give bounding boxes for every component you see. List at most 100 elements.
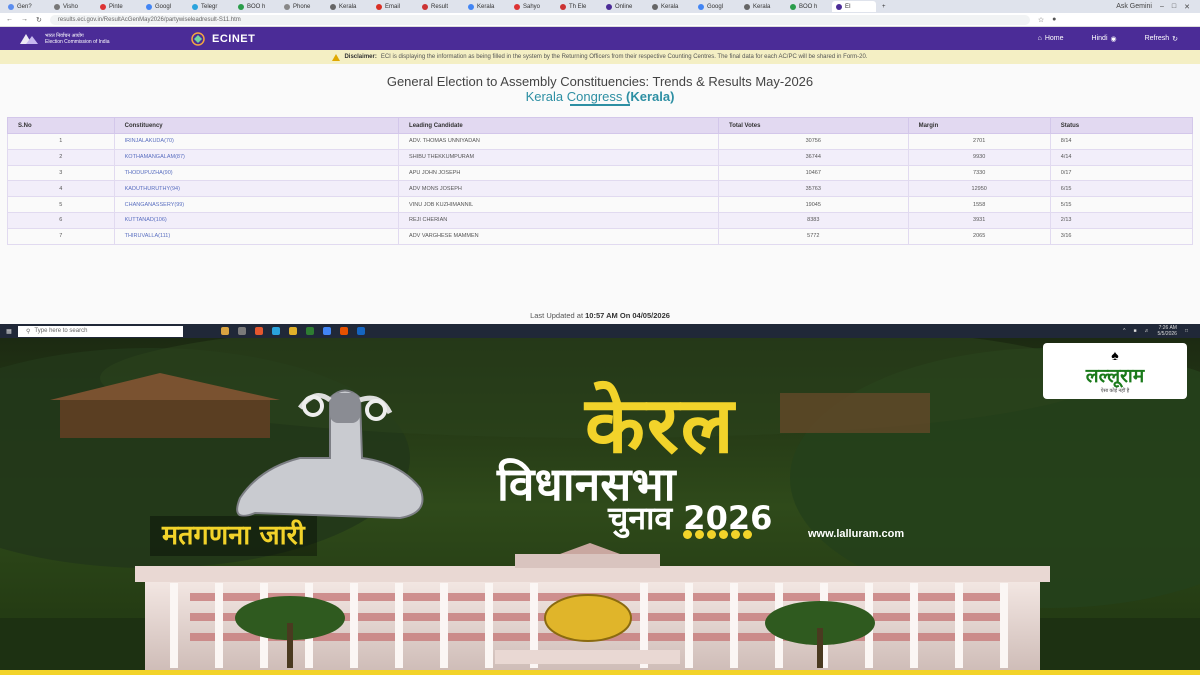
eci-english-title: Election Commission of India xyxy=(45,38,110,45)
tab-label: Kerala xyxy=(477,3,495,10)
nav-home[interactable]: ⌂ Home xyxy=(1038,35,1064,43)
browser-tab[interactable]: BOO h xyxy=(234,1,278,12)
profile-avatar[interactable]: ● xyxy=(1052,16,1056,23)
app-icon-2[interactable] xyxy=(238,327,246,335)
browser-tab[interactable]: BOO h xyxy=(786,1,830,12)
row-status: 2/13 xyxy=(1049,211,1194,229)
ecinet-brand[interactable]: ECINET xyxy=(190,31,255,46)
browser-tab[interactable]: Telegr xyxy=(188,1,232,12)
row-constituency[interactable]: KOTHAMANGALAM(87) xyxy=(113,148,400,166)
row-constituency[interactable]: THIRUVALLA(111) xyxy=(113,227,400,245)
row-status: 6/15 xyxy=(1049,180,1194,198)
browser-tab[interactable]: Online xyxy=(602,1,646,12)
whatsapp-icon xyxy=(731,530,740,539)
disclaimer-banner: Disclaimer: ECI is displaying the inform… xyxy=(0,50,1200,64)
column-header[interactable]: Leading Candidate xyxy=(398,117,719,134)
maximize-icon[interactable]: □ xyxy=(1172,3,1176,11)
row-constituency[interactable]: KADUTHURUTHY(94) xyxy=(113,180,400,198)
browser-tab[interactable]: Email xyxy=(372,1,416,12)
back-icon[interactable]: ← xyxy=(6,16,13,23)
row-status: 8/14 xyxy=(1049,133,1194,150)
minimize-icon[interactable]: – xyxy=(1160,3,1164,11)
firefox-icon[interactable] xyxy=(340,327,348,335)
new-tab-button[interactable]: + xyxy=(878,1,922,12)
table-row: 1 IRINJALAKUDA(70) ADV. THOMAS UNNIYADAN 30… xyxy=(7,133,1194,150)
row-candidate: APU JOHN JOSEPH xyxy=(398,164,719,182)
browser-tab[interactable]: Kerala xyxy=(740,1,784,12)
column-header[interactable]: Status xyxy=(1049,117,1194,134)
browser-tab[interactable]: Phone xyxy=(280,1,324,12)
browser-tab[interactable]: Kerala xyxy=(326,1,370,12)
app-icon-3[interactable] xyxy=(255,327,263,335)
column-header[interactable]: S.No xyxy=(7,117,115,134)
volume-icon[interactable]: ♬ xyxy=(1145,328,1150,334)
browser-tab[interactable]: Kerala xyxy=(464,1,508,12)
row-status: 4/14 xyxy=(1049,148,1194,166)
browser-tab[interactable]: Googl xyxy=(142,1,186,12)
nav-refresh[interactable]: Refresh ↻ xyxy=(1145,35,1178,43)
browser-tab[interactable]: Visho xyxy=(50,1,94,12)
tab-favicon-icon xyxy=(468,3,474,10)
brand-name: लल्लूराम xyxy=(1085,365,1145,387)
tab-favicon-icon xyxy=(330,3,336,10)
taskbar-apps xyxy=(221,327,365,335)
browser-tab[interactable]: Pinte xyxy=(96,1,140,12)
browser-tab[interactable]: Sahyo xyxy=(510,1,554,12)
column-header[interactable]: Constituency xyxy=(113,117,400,134)
browser-tab[interactable]: Gen? xyxy=(4,1,48,12)
row-constituency[interactable]: THODUPUZHA(90) xyxy=(113,164,400,182)
column-header[interactable]: Margin xyxy=(907,117,1051,134)
eci-logo-block[interactable]: भारत निर्वाचन आयोग Election Commission o… xyxy=(0,32,190,46)
table-row: 4 KADUTHURUTHY(94) ADV MONS JOSEPH 35763 129… xyxy=(7,180,1194,198)
forward-icon[interactable]: → xyxy=(21,16,28,23)
nav-hindi[interactable]: Hindi ◉ xyxy=(1092,35,1117,43)
row-total-votes: 35763 xyxy=(717,180,909,198)
browser-address-bar: ← → ↻ results.eci.gov.in/ResultAcGenMay2… xyxy=(0,13,1200,27)
notification-icon[interactable]: □ xyxy=(1185,328,1188,334)
chrome-icon[interactable] xyxy=(323,327,331,335)
close-icon[interactable]: ✕ xyxy=(1184,3,1190,11)
eci-logo-icon xyxy=(20,33,38,44)
browser-tab[interactable]: Kerala xyxy=(648,1,692,12)
tab-label: Phone xyxy=(293,3,311,10)
ask-gemini-button[interactable]: Ask Gemini xyxy=(1116,3,1152,11)
tab-label: EI xyxy=(845,3,851,10)
windows-start-icon[interactable]: ▦ xyxy=(0,324,18,338)
browser-tab[interactable]: Th Ele xyxy=(556,1,600,12)
last-updated-value: 10:57 AM On 04/05/2026 xyxy=(585,311,670,320)
tab-favicon-icon xyxy=(376,3,382,10)
app-icon-5[interactable] xyxy=(306,327,314,335)
subtitle-underline xyxy=(570,104,630,106)
tab-label: Th Ele xyxy=(569,3,587,10)
reload-icon[interactable]: ↻ xyxy=(36,16,42,24)
clock[interactable]: 7:26 AM 5/5/2026 xyxy=(1158,325,1177,337)
tab-label: BOO h xyxy=(247,3,266,10)
network-icon[interactable]: ■ xyxy=(1133,328,1136,334)
row-constituency[interactable]: CHANGANASSERY(99) xyxy=(113,196,400,213)
bookmark-star-icon[interactable]: ☆ xyxy=(1038,16,1044,24)
tab-label: Kerala xyxy=(339,3,357,10)
tray-chevron-icon[interactable]: ^ xyxy=(1123,328,1125,334)
disclaimer-text: ECI is displaying the information as bei… xyxy=(380,54,868,60)
page-title: General Election to Assembly Constituenc… xyxy=(386,74,814,89)
row-constituency[interactable]: KUTTANAD(106) xyxy=(113,211,400,229)
browser-tab[interactable]: Googl xyxy=(694,1,738,12)
browser-tab[interactable]: Result xyxy=(418,1,462,12)
folder-icon[interactable] xyxy=(289,327,297,335)
tab-favicon-icon xyxy=(836,3,842,10)
app-icon-1[interactable] xyxy=(221,327,229,335)
results-header-row: S.No Constituency Leading Candidate Total V… xyxy=(7,117,1194,134)
row-margin: 1558 xyxy=(907,196,1051,213)
tab-favicon-icon xyxy=(54,3,60,10)
browser-tab[interactable]: EI xyxy=(832,1,876,12)
row-sno: 6 xyxy=(7,211,115,229)
app-icon-6[interactable] xyxy=(357,327,365,335)
taskbar-search[interactable]: ⚲ Type here to search xyxy=(18,325,183,337)
row-constituency[interactable]: IRINJALAKUDA(70) xyxy=(113,133,400,150)
tab-favicon-icon xyxy=(698,3,704,10)
tab-favicon-icon xyxy=(192,3,198,10)
column-header[interactable]: Total Votes xyxy=(717,117,909,134)
app-icon-4[interactable] xyxy=(272,327,280,335)
url-field[interactable]: results.eci.gov.in/ResultAcGenMay2026/pa… xyxy=(49,14,1030,25)
system-tray: ^ ■ ♬ 7:26 AM 5/5/2026 □ xyxy=(1123,325,1200,337)
